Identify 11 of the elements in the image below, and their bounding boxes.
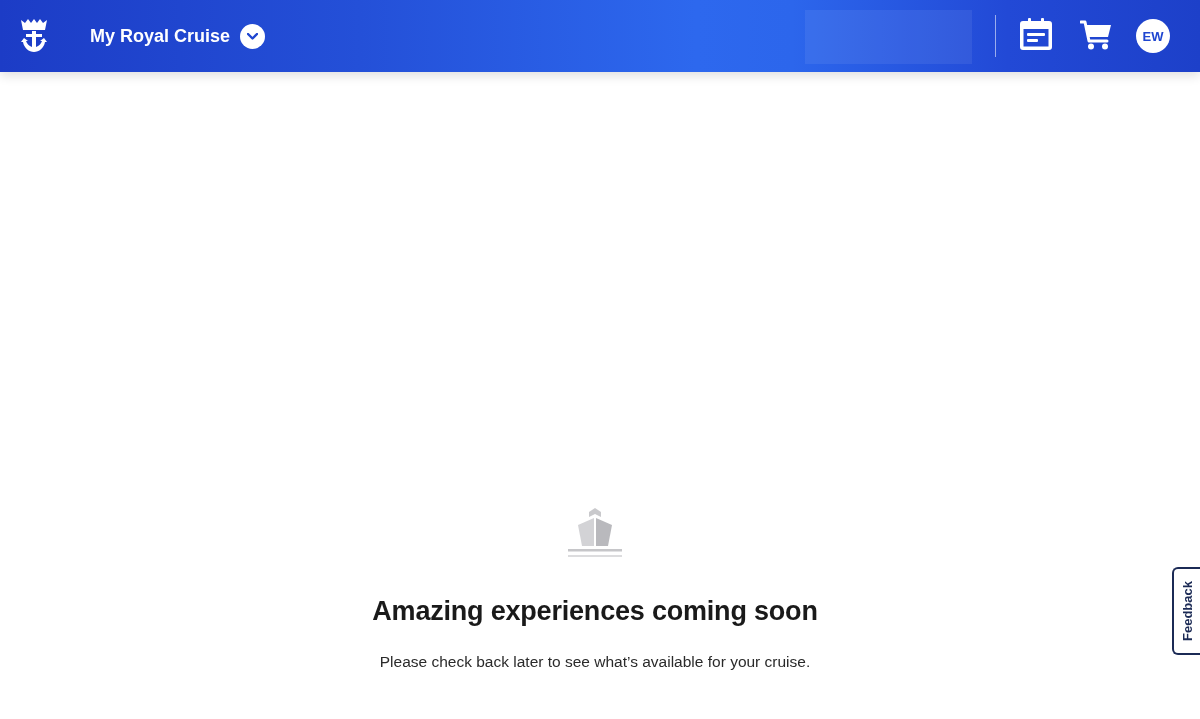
dropdown-button[interactable] (240, 23, 266, 49)
empty-state-message: Please check back later to see what’s available for your cruise. (379, 653, 811, 671)
ship-icon (568, 508, 622, 558)
crown-anchor-icon[interactable] (20, 18, 48, 52)
feedback-tab[interactable]: Feedback (1172, 567, 1200, 655)
avatar-button[interactable]: EW (1136, 19, 1170, 53)
cart-icon[interactable] (1080, 20, 1111, 50)
empty-state-heading: Amazing experiences coming soon (372, 596, 818, 627)
trip-title[interactable]: My Royal Cruise (90, 25, 231, 47)
chevron-down-icon (247, 32, 259, 40)
calendar-icon[interactable] (1020, 18, 1052, 50)
